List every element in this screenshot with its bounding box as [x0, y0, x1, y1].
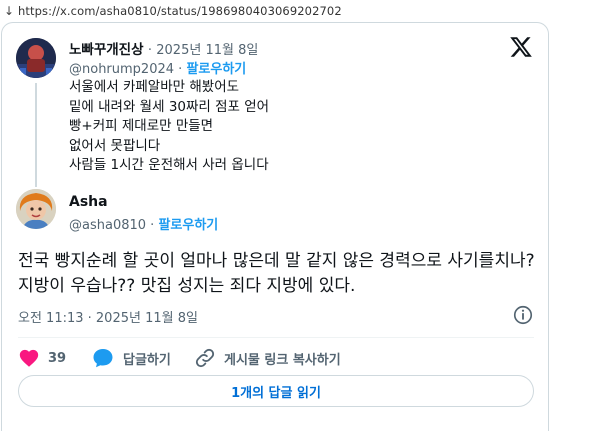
- author-avatar[interactable]: [16, 189, 56, 229]
- quoted-tweet[interactable]: 노빠꾸개진상 · 2025년 11월 8일 @nohrump2024 · 팔로우…: [16, 37, 516, 187]
- quoted-line: 빵+커피 제대로만 만들면: [69, 118, 214, 134]
- author-handle-row: @asha0810 · 팔로우하기: [69, 214, 218, 233]
- quoted-avatar-image: [16, 38, 56, 78]
- author-row: Asha @asha0810 · 팔로우하기: [16, 189, 516, 239]
- quoted-avatar[interactable]: [16, 38, 56, 78]
- quoted-handle-row: @nohrump2024 · 팔로우하기: [69, 58, 246, 77]
- reply-label: 답글하기: [123, 352, 171, 368]
- quoted-handle[interactable]: @nohrump2024: [69, 62, 174, 77]
- download-arrow-icon[interactable]: ↓: [4, 4, 18, 18]
- reply-button[interactable]: 답글하기: [91, 343, 171, 373]
- quoted-line: 사람들 1시간 운전해서 사러 옵니다: [69, 157, 269, 173]
- heart-icon: [19, 349, 39, 367]
- browser-address-bar[interactable]: ↓ https://x.com/asha0810/status/19869804…: [0, 0, 591, 22]
- link-icon: [195, 348, 215, 368]
- quoted-line: 없어서 못팝니다: [69, 137, 161, 154]
- quoted-display-name[interactable]: 노빠꾸개진상: [69, 42, 144, 58]
- tweet-embed-card: 노빠꾸개진상 · 2025년 11월 8일 @nohrump2024 · 팔로우…: [1, 22, 549, 431]
- thread-line: [35, 83, 37, 187]
- reply-bubble-icon: [93, 349, 113, 368]
- action-bar: 39 답글하기 게시물 링크 복사하기: [18, 343, 534, 373]
- quoted-header: 노빠꾸개진상 · 2025년 11월 8일: [69, 38, 258, 58]
- handle-separator: ·: [150, 218, 155, 233]
- copy-link-label: 게시물 링크 복사하기: [224, 352, 341, 368]
- info-icon[interactable]: [512, 304, 534, 326]
- author-handle[interactable]: @asha0810: [69, 218, 146, 233]
- author-display-name[interactable]: Asha: [69, 194, 108, 210]
- quoted-line: 밑에 내려와 월세 30짜리 점포 얻어: [69, 98, 270, 115]
- author-follow-button[interactable]: 팔로우하기: [158, 218, 218, 233]
- like-button[interactable]: 39: [18, 343, 66, 373]
- url-text[interactable]: https://x.com/asha0810/status/1986980403…: [18, 4, 342, 18]
- tweet-text: 전국 빵지순례 할 곳이 얼마나 많은데 말 같지 않은 경력으로 사기를치나?…: [18, 251, 535, 296]
- read-replies-button[interactable]: 1개의 답글 읽기: [18, 375, 534, 407]
- like-count: 39: [48, 350, 67, 366]
- divider: [18, 337, 534, 338]
- separator-dot: ·: [147, 43, 152, 58]
- quoted-date[interactable]: 2025년 11월 8일: [156, 43, 258, 58]
- quoted-tweet-text: 서울에서 카페알바만 해봤어도 밑에 내려와 월세 30짜리 점포 얻어 빵+커…: [69, 78, 269, 176]
- quoted-follow-button[interactable]: 팔로우하기: [186, 62, 246, 77]
- copy-link-button[interactable]: 게시물 링크 복사하기: [194, 343, 341, 373]
- quoted-line: 서울에서 카페알바만 해봤어도: [69, 79, 240, 95]
- handle-separator: ·: [178, 62, 183, 77]
- author-avatar-image: [16, 189, 56, 229]
- tweet-timestamp[interactable]: 오전 11:13 · 2025년 11월 8일: [18, 307, 198, 326]
